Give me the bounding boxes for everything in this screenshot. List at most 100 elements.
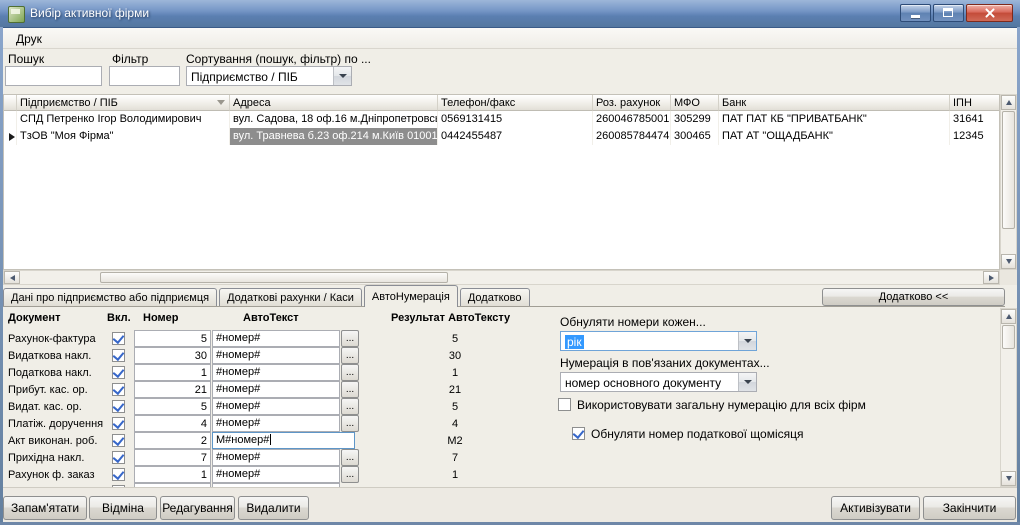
edit-button[interactable]: Редагування <box>160 496 235 520</box>
column-header[interactable]: Підприємство / ПІБ <box>17 95 230 111</box>
autotext-browse-button[interactable]: ... <box>341 398 359 415</box>
scroll-up-button[interactable] <box>1001 309 1016 324</box>
autotext-input[interactable]: #номер# <box>212 398 340 415</box>
autotext-browse-button[interactable]: ... <box>341 381 359 398</box>
column-header-label: Підприємство / ПІБ <box>20 97 118 109</box>
number-input[interactable] <box>134 364 211 381</box>
autotext-browse-button[interactable]: ... <box>341 347 359 364</box>
enabled-checkbox[interactable] <box>112 332 125 345</box>
enabled-checkbox[interactable] <box>112 417 125 430</box>
enabled-checkbox[interactable] <box>112 434 125 447</box>
autotext-input[interactable]: #номер# <box>212 381 340 398</box>
number-input[interactable] <box>134 466 211 483</box>
delete-button[interactable]: Видалити <box>238 496 309 520</box>
number-input[interactable] <box>134 330 211 347</box>
tab-extra-accounts[interactable]: Додаткові рахунки / Каси <box>219 288 362 306</box>
enabled-checkbox[interactable] <box>112 383 125 396</box>
autotext-browse-button[interactable]: ... <box>341 415 359 432</box>
menu-item-print[interactable]: Друк <box>11 31 47 47</box>
number-input[interactable] <box>134 432 211 449</box>
company-cell-phone[interactable]: 0569131415 <box>438 111 593 128</box>
maximize-button[interactable] <box>933 4 964 22</box>
sort-combobox-button[interactable] <box>333 67 351 85</box>
enabled-checkbox[interactable] <box>112 400 125 413</box>
number-input[interactable] <box>134 381 211 398</box>
company-row[interactable]: СПД Петренко Ігор Володимировичвул. Садо… <box>4 111 999 128</box>
autotext-browse-button[interactable]: ... <box>341 364 359 381</box>
autotext-input[interactable]: #номер# <box>212 347 340 364</box>
number-input[interactable] <box>134 347 211 364</box>
autotext-input[interactable]: #номер# <box>212 330 340 347</box>
autotext-browse-button[interactable]: ... <box>341 466 359 483</box>
minimize-button[interactable] <box>900 4 931 22</box>
column-header[interactable]: Телефон/факс <box>438 95 593 111</box>
column-header[interactable]: Роз. рахунок <box>593 95 671 111</box>
enabled-checkbox[interactable] <box>112 366 125 379</box>
linked-numbering-combobox-button[interactable] <box>738 373 756 391</box>
scroll-down-button[interactable] <box>1001 254 1016 269</box>
menubar: Друк <box>3 28 1017 49</box>
company-row[interactable]: ТзОВ "Моя Фірма"вул. Травнева б.23 оф.21… <box>4 128 999 145</box>
scroll-up-button[interactable] <box>1001 95 1016 110</box>
companies-hscroll-thumb[interactable] <box>100 272 448 283</box>
company-cell-bank[interactable]: ПАТ ПАТ КБ "ПРИВАТБАНК" <box>719 111 950 128</box>
company-cell-mfo[interactable]: 305299 <box>671 111 719 128</box>
company-cell-phone[interactable]: 0442455487 <box>438 128 593 145</box>
tax-reset-checkbox[interactable] <box>572 427 585 440</box>
sort-combobox[interactable]: Підприємство / ПІБ <box>186 66 352 86</box>
company-cell-ipn[interactable]: 12345 <box>950 128 1000 145</box>
company-cell-ipn[interactable]: 31641 <box>950 111 1000 128</box>
filter-input[interactable] <box>109 66 180 86</box>
linked-numbering-combobox[interactable]: номер основного документу <box>560 372 757 392</box>
remember-button[interactable]: Запам'ятати <box>3 496 87 520</box>
number-input[interactable] <box>134 415 211 432</box>
company-cell-account[interactable]: 260085784474 <box>593 128 671 145</box>
scroll-down-button[interactable] <box>1001 471 1016 486</box>
panel-vscroll-thumb[interactable] <box>1002 325 1015 349</box>
autotext-browse-button[interactable]: ... <box>341 330 359 347</box>
company-cell-name[interactable]: СПД Петренко Ігор Володимирович <box>17 111 230 128</box>
autotext-input[interactable]: #номер# <box>212 415 340 432</box>
company-cell-account[interactable]: 260046785001 <box>593 111 671 128</box>
autotext-value: #номер# <box>216 451 260 463</box>
activate-button[interactable]: Активізувати <box>831 496 920 520</box>
close-button[interactable] <box>966 4 1013 22</box>
company-cell-address[interactable]: вул. Садова, 18 оф.16 м.Дніпропетровськ <box>230 111 438 128</box>
reset-period-combobox[interactable]: рік <box>560 331 757 351</box>
company-cell-name[interactable]: ТзОВ "Моя Фірма" <box>17 128 230 145</box>
autotext-result: 30 <box>392 350 518 362</box>
autotext-result: 1 <box>392 367 518 379</box>
number-input[interactable] <box>134 449 211 466</box>
more-button[interactable]: Додатково << <box>822 288 1005 306</box>
column-header[interactable]: ІПН <box>950 95 1000 111</box>
panel-vscrollbar[interactable] <box>1000 308 1017 487</box>
search-input[interactable] <box>5 66 102 86</box>
companies-vscroll-thumb[interactable] <box>1002 111 1015 229</box>
number-input[interactable] <box>134 398 211 415</box>
autotext-input[interactable]: #номер# <box>212 449 340 466</box>
autotext-input[interactable]: #номер# <box>212 466 340 483</box>
tab-additional[interactable]: Додатково <box>460 288 530 306</box>
company-cell-mfo[interactable]: 300465 <box>671 128 719 145</box>
reset-period-combobox-button[interactable] <box>738 332 756 350</box>
company-cell-address[interactable]: вул. Травнева б.23 оф.214 м.Київ 01001 <box>230 128 438 145</box>
enabled-checkbox[interactable] <box>112 349 125 362</box>
company-cell-bank[interactable]: ПАТ АТ "ОЩАДБАНК" <box>719 128 950 145</box>
shared-numbering-checkbox[interactable] <box>558 398 571 411</box>
autotext-input[interactable]: М#номер# <box>212 432 355 449</box>
scroll-left-button[interactable] <box>4 271 20 284</box>
column-header[interactable]: Банк <box>719 95 950 111</box>
autotext-input[interactable]: #номер# <box>212 364 340 381</box>
tab-autonumbering[interactable]: АвтоНумерація <box>364 285 458 307</box>
tab-company-data[interactable]: Дані про підприємство або підприємця <box>3 288 217 306</box>
autotext-browse-button[interactable]: ... <box>341 449 359 466</box>
column-header[interactable]: Адреса <box>230 95 438 111</box>
column-header[interactable]: МФО <box>671 95 719 111</box>
companies-hscrollbar[interactable] <box>3 270 1000 285</box>
finish-button[interactable]: Закінчити <box>923 496 1016 520</box>
enabled-checkbox[interactable] <box>112 451 125 464</box>
enabled-checkbox[interactable] <box>112 468 125 481</box>
cancel-button[interactable]: Відміна <box>89 496 157 520</box>
scroll-right-button[interactable] <box>983 271 999 284</box>
companies-vscrollbar[interactable] <box>1000 94 1017 270</box>
